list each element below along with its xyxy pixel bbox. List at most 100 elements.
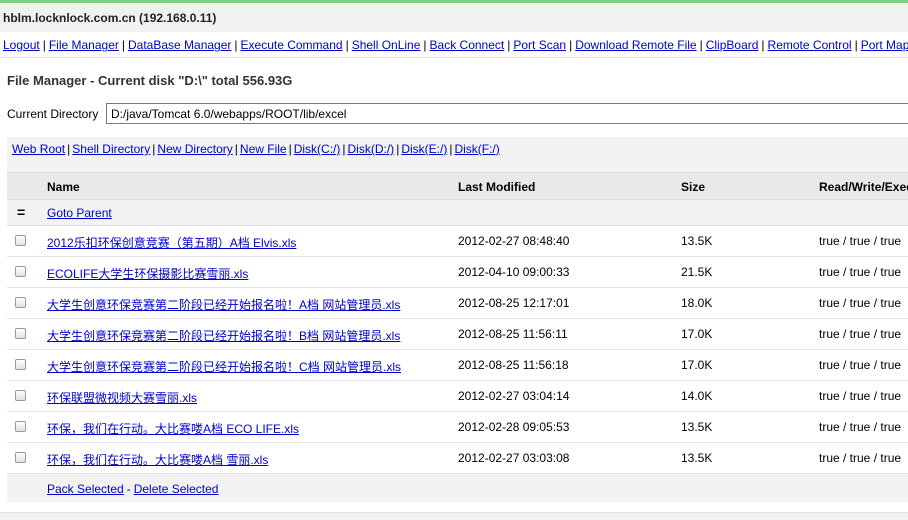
menu-separator: | xyxy=(854,38,858,52)
file-size: 13.5K xyxy=(681,451,713,465)
file-panel: Web Root | Shell Directory | New Directory | N… xyxy=(7,137,908,502)
file-row: 环保，我们在行动。大比赛喽A档 ECO LIFE.xls 2012-02-28 … xyxy=(7,412,908,443)
file-select-checkbox[interactable] xyxy=(15,452,26,463)
nav-disk-c[interactable]: Disk(C:/) xyxy=(294,142,341,156)
table-header: Name Last Modified Size Read/Write/Execu… xyxy=(7,172,908,200)
menu-separator: | xyxy=(699,38,703,52)
file-size: 17.0K xyxy=(681,358,713,372)
column-header-rwe: Read/Write/Execute xyxy=(819,180,908,194)
file-last-modified: 2012-08-25 11:56:11 xyxy=(458,327,568,341)
nav-new-directory[interactable]: New Directory xyxy=(157,142,232,156)
nav-disk-d[interactable]: Disk(D:/) xyxy=(348,142,395,156)
menu-separator: | xyxy=(569,38,573,52)
menu-separator: | xyxy=(423,38,427,52)
file-row: 环保联盟微视频大赛雪丽.xls 2012-02-27 03:04:14 14.0… xyxy=(7,381,908,412)
column-header-last-modified: Last Modified xyxy=(458,180,536,194)
nav-disk-f[interactable]: Disk(F:/) xyxy=(454,142,499,156)
column-header-name: Name xyxy=(47,180,80,194)
menu-database-manager[interactable]: DataBase Manager xyxy=(128,38,231,52)
file-last-modified: 2012-02-28 09:05:53 xyxy=(458,420,570,434)
nav-separator: | xyxy=(288,142,292,156)
menu-separator: | xyxy=(234,38,238,52)
file-row: ECOLIFE大学生环保摄影比赛雪丽.xls 2012-04-10 09:00:… xyxy=(7,257,908,288)
file-permissions: true / true / true xyxy=(819,420,902,434)
file-name-link[interactable]: 环保，我们在行动。大比赛喽A档 ECO LIFE.xls xyxy=(47,420,299,437)
nav-web-root[interactable]: Web Root xyxy=(12,142,65,156)
main-menu: Logout | File Manager | DataBase Manager | Exe… xyxy=(0,33,908,58)
file-permissions: true / true / true xyxy=(819,265,902,279)
menu-separator: | xyxy=(507,38,511,52)
current-directory-input[interactable] xyxy=(106,103,908,124)
file-name-link[interactable]: 大学生创意环保竞赛第二阶段已经开始报名啦！B档 网站管理员.xls xyxy=(47,327,400,344)
goto-parent-link[interactable]: Goto Parent xyxy=(47,206,112,220)
file-list: 2012乐扣环保创意竞赛（第五期）A档 Elvis.xls 2012-02-27… xyxy=(7,226,908,474)
file-size: 14.0K xyxy=(681,389,713,403)
file-select-checkbox[interactable] xyxy=(15,328,26,339)
file-name-link[interactable]: 2012乐扣环保创意竞赛（第五期）A档 Elvis.xls xyxy=(47,234,296,251)
file-select-checkbox[interactable] xyxy=(15,235,26,246)
current-directory-label: Current Directory xyxy=(7,107,99,121)
file-size: 21.5K xyxy=(681,265,713,279)
host-title: hblm.locknlock.com.cn (192.168.0.11) xyxy=(3,11,217,25)
file-permissions: true / true / true xyxy=(819,296,902,310)
menu-separator: | xyxy=(121,38,125,52)
nav-separator: | xyxy=(342,142,346,156)
action-separator: - xyxy=(126,482,131,496)
file-name-link[interactable]: 大学生创意环保竞赛第二阶段已经开始报名啦！C档 网站管理员.xls xyxy=(47,358,401,375)
menu-shell-online[interactable]: Shell OnLine xyxy=(352,38,421,52)
file-row: 环保，我们在行动。大比赛喽A档 雪丽.xls 2012-02-27 03:03:… xyxy=(7,443,908,474)
menu-file-manager[interactable]: File Manager xyxy=(49,38,119,52)
file-name-link[interactable]: 环保联盟微视频大赛雪丽.xls xyxy=(47,389,197,406)
file-last-modified: 2012-08-25 11:56:18 xyxy=(458,358,569,372)
pack-selected-link[interactable]: Pack Selected xyxy=(47,482,124,496)
file-select-checkbox[interactable] xyxy=(15,390,26,401)
file-permissions: true / true / true xyxy=(819,358,902,372)
file-size: 18.0K xyxy=(681,296,713,310)
file-permissions: true / true / true xyxy=(819,451,902,465)
menu-back-connect[interactable]: Back Connect xyxy=(430,38,505,52)
nav-shell-directory[interactable]: Shell Directory xyxy=(72,142,150,156)
nav-new-file[interactable]: New File xyxy=(240,142,287,156)
file-last-modified: 2012-08-25 12:17:01 xyxy=(458,296,570,310)
file-permissions: true / true / true xyxy=(819,234,902,248)
file-size: 13.5K xyxy=(681,234,713,248)
file-permissions: true / true / true xyxy=(819,389,902,403)
file-name-link[interactable]: 环保，我们在行动。大比赛喽A档 雪丽.xls xyxy=(47,451,268,468)
menu-port-scan[interactable]: Port Scan xyxy=(513,38,566,52)
menu-separator: | xyxy=(345,38,349,52)
delete-selected-link[interactable]: Delete Selected xyxy=(134,482,219,496)
menu-logout[interactable]: Logout xyxy=(3,38,40,52)
file-row: 大学生创意环保竞赛第二阶段已经开始报名啦！C档 网站管理员.xls 2012-0… xyxy=(7,350,908,381)
file-row: 2012乐扣环保创意竞赛（第五期）A档 Elvis.xls 2012-02-27… xyxy=(7,226,908,257)
menu-remote-control[interactable]: Remote Control xyxy=(768,38,852,52)
file-select-checkbox[interactable] xyxy=(15,359,26,370)
file-last-modified: 2012-02-27 03:04:14 xyxy=(458,389,570,403)
file-select-checkbox[interactable] xyxy=(15,266,26,277)
nav-disk-e[interactable]: Disk(E:/) xyxy=(401,142,447,156)
file-select-checkbox[interactable] xyxy=(15,297,26,308)
menu-execute-command[interactable]: Execute Command xyxy=(241,38,343,52)
menu-download-remote-file[interactable]: Download Remote File xyxy=(575,38,696,52)
file-name-link[interactable]: ECOLIFE大学生环保摄影比赛雪丽.xls xyxy=(47,265,248,282)
goto-parent-row: = Goto Parent xyxy=(7,200,908,226)
file-last-modified: 2012-04-10 09:00:33 xyxy=(458,265,570,279)
file-last-modified: 2012-02-27 08:48:40 xyxy=(458,234,570,248)
bulk-actions: Pack Selected - Delete Selected xyxy=(47,482,218,496)
menu-clipboard[interactable]: ClipBoard xyxy=(706,38,759,52)
file-select-checkbox[interactable] xyxy=(15,421,26,432)
file-size: 13.5K xyxy=(681,420,713,434)
parent-directory-icon: = xyxy=(17,204,26,220)
disk-navigation: Web Root | Shell Directory | New Directory | N… xyxy=(12,142,500,156)
nav-separator: | xyxy=(234,142,238,156)
file-last-modified: 2012-02-27 03:03:08 xyxy=(458,451,570,465)
file-size: 17.0K xyxy=(681,327,713,341)
file-permissions: true / true / true xyxy=(819,327,902,341)
menu-separator: | xyxy=(42,38,46,52)
menu-separator: | xyxy=(761,38,765,52)
column-header-size: Size xyxy=(681,180,706,194)
title-bar: hblm.locknlock.com.cn (192.168.0.11) xyxy=(0,0,908,32)
file-row: 大学生创意环保竞赛第二阶段已经开始报名啦！A档 网站管理员.xls 2012-0… xyxy=(7,288,908,319)
file-name-link[interactable]: 大学生创意环保竞赛第二阶段已经开始报名啦！A档 网站管理员.xls xyxy=(47,296,400,313)
menu-port-map[interactable]: Port Map xyxy=(861,38,908,52)
file-row: 大学生创意环保竞赛第二阶段已经开始报名啦！B档 网站管理员.xls 2012-0… xyxy=(7,319,908,350)
